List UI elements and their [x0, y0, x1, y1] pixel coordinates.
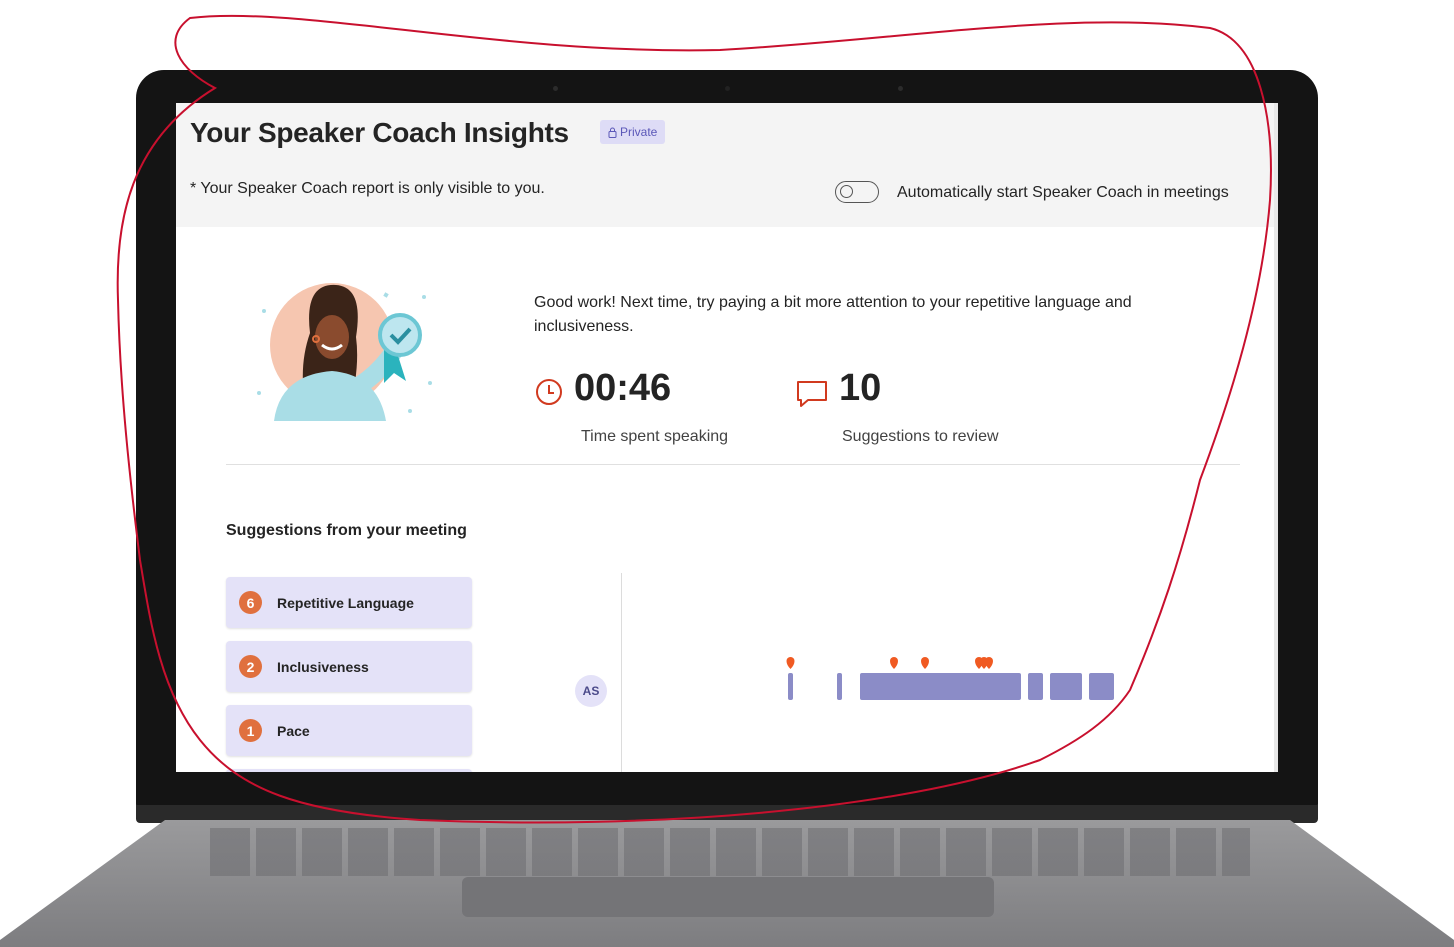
celebration-illustration — [257, 283, 432, 421]
insights-header: Your Speaker Coach Insights Private * Yo… — [176, 103, 1278, 227]
clock-icon — [536, 379, 562, 405]
speaker-avatar[interactable]: AS — [575, 675, 607, 707]
summary-message: Good work! Next time, try paying a bit m… — [534, 294, 1132, 335]
private-badge-label: Private — [620, 125, 658, 139]
scrollbar[interactable] — [1274, 103, 1278, 772]
auto-start-toggle[interactable] — [835, 181, 879, 203]
suggestions-count-label: Suggestions to review — [842, 428, 999, 445]
speaking-time-value: 00:46 — [574, 367, 672, 409]
visibility-note: * Your Speaker Coach report is only visi… — [190, 180, 545, 197]
auto-start-label: Automatically start Speaker Coach in mee… — [897, 184, 1229, 201]
section-divider — [226, 464, 1240, 465]
suggestion-marker-icon[interactable] — [985, 657, 993, 669]
suggestion-count-badge: 2 — [239, 655, 262, 678]
suggestion-marker-icon[interactable] — [786, 657, 795, 669]
camera-icon — [725, 86, 730, 91]
trackpad — [462, 877, 994, 917]
suggestion-pace[interactable]: 1 Pace — [226, 705, 472, 756]
private-badge: Private — [600, 120, 666, 144]
speech-segment[interactable] — [1089, 673, 1114, 700]
speaking-timeline — [786, 657, 1114, 700]
sensor-dot — [898, 86, 903, 91]
speech-segment[interactable] — [1028, 673, 1043, 700]
suggestion-label: Repetitive Language — [277, 594, 414, 611]
speaking-time-label: Time spent speaking — [581, 428, 729, 445]
suggestion-label: Pace — [277, 722, 310, 739]
suggestion-label: Inclusiveness — [277, 658, 369, 675]
suggestion-card-partial[interactable] — [226, 769, 472, 772]
app-screen: Your Speaker Coach Insights Private * Yo… — [176, 103, 1278, 772]
toggle-knob — [840, 185, 853, 198]
timeline-divider — [621, 573, 622, 772]
speech-segment[interactable] — [1050, 673, 1082, 700]
suggestion-marker-icon[interactable] — [890, 657, 898, 669]
suggestions-title: Suggestions from your meeting — [226, 522, 467, 539]
speech-segment[interactable] — [788, 673, 793, 700]
keyboard-keys — [210, 828, 1250, 876]
suggestion-marker-icon[interactable] — [921, 657, 929, 669]
speech-segment[interactable] — [837, 673, 842, 700]
page-title: Your Speaker Coach Insights — [190, 117, 569, 148]
sensor-dot — [553, 86, 558, 91]
suggestion-inclusiveness[interactable]: 2 Inclusiveness — [226, 641, 472, 692]
suggestion-repetitive-language[interactable]: 6 Repetitive Language — [226, 577, 472, 628]
suggestion-count-badge: 1 — [239, 719, 262, 742]
suggestions-count-value: 10 — [839, 367, 882, 409]
comment-icon — [797, 381, 827, 407]
suggestion-count-badge: 6 — [239, 591, 262, 614]
lock-icon — [608, 127, 617, 138]
speech-segment[interactable] — [860, 673, 1021, 700]
